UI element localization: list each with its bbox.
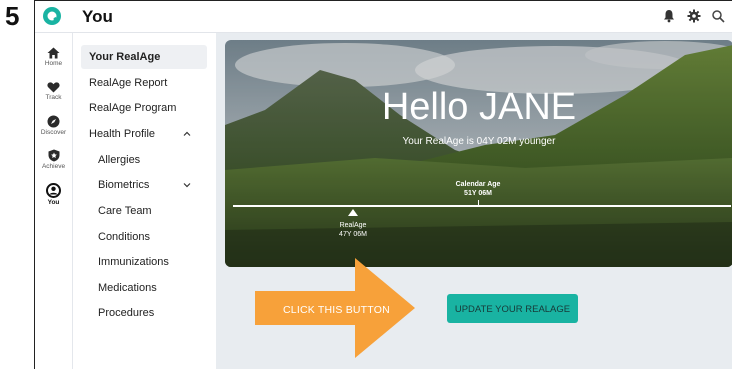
rail-item-discover[interactable]: Discover (35, 115, 72, 136)
menu-item-health-profile[interactable]: Health Profile (81, 122, 207, 146)
menu-item-conditions[interactable]: Conditions (81, 225, 207, 249)
menu-item-care-team[interactable]: Care Team (81, 199, 207, 223)
search-icon[interactable] (711, 9, 725, 23)
calendar-age-value: 51Y 06M (464, 190, 492, 197)
chevron-up-icon (183, 131, 191, 136)
calendar-age-marker: Calendar Age 51Y 06M (443, 180, 513, 198)
landscape-image (225, 40, 732, 267)
app-logo-icon[interactable] (42, 6, 62, 26)
rail-label: Achieve (41, 163, 66, 170)
compass-icon (47, 115, 60, 128)
step-number: 5 (5, 1, 20, 31)
calendar-age-label: Calendar Age (455, 181, 501, 188)
icon-rail: Home Track Discover Achieve You (35, 33, 73, 369)
profile-submenu: Your RealAge RealAge Report RealAge Prog… (73, 33, 217, 369)
rail-label: Track (45, 94, 62, 101)
menu-item-medications[interactable]: Medications (81, 276, 207, 300)
menu-item-allergies[interactable]: Allergies (81, 148, 207, 172)
rail-item-achieve[interactable]: Achieve (35, 149, 72, 170)
greeting-heading: Hello JANE (381, 86, 577, 128)
menu-item-your-realage[interactable]: Your RealAge (81, 45, 207, 69)
realage-hero-card: Hello JANE Your RealAge is 04Y 02M young… (225, 40, 732, 267)
bell-icon[interactable] (662, 9, 676, 23)
callout-text: CLICK THIS BUTTON (283, 304, 390, 316)
menu-item-procedures[interactable]: Procedures (81, 301, 207, 325)
realage-label: RealAge (339, 222, 367, 229)
rail-item-track[interactable]: Track (35, 82, 72, 101)
chevron-down-icon (183, 183, 191, 188)
gear-icon[interactable] (687, 9, 701, 23)
app-window: You Home Track Discover Achieve You Your… (34, 0, 732, 369)
realage-pointer-icon (348, 209, 358, 216)
top-bar: You (35, 1, 732, 33)
heart-icon (47, 82, 60, 93)
realage-summary: Your RealAge is 04Y 02M younger (402, 136, 556, 147)
menu-item-immunizations[interactable]: Immunizations (81, 250, 207, 274)
menu-item-realage-report[interactable]: RealAge Report (81, 71, 207, 95)
main-content: Hello JANE Your RealAge is 04Y 02M young… (216, 33, 732, 369)
user-icon (46, 183, 61, 198)
rail-item-home[interactable]: Home (35, 47, 72, 67)
menu-item-biometrics[interactable]: Biometrics (81, 173, 207, 197)
rail-label: You (47, 199, 60, 206)
shield-icon (48, 149, 59, 162)
page-title: You (82, 7, 113, 26)
realage-marker: RealAge 47Y 06M (333, 221, 373, 239)
realage-value: 47Y 06M (339, 231, 367, 238)
rail-item-you[interactable]: You (35, 183, 72, 206)
update-realage-button[interactable]: UPDATE YOUR REALAGE (447, 294, 578, 323)
menu-item-label: Biometrics (98, 179, 150, 191)
menu-item-realage-program[interactable]: RealAge Program (81, 96, 207, 120)
rail-label: Home (44, 60, 63, 67)
age-timeline (233, 205, 731, 207)
menu-item-label: Health Profile (89, 128, 156, 140)
home-icon (47, 47, 60, 59)
rail-label: Discover (40, 129, 67, 136)
